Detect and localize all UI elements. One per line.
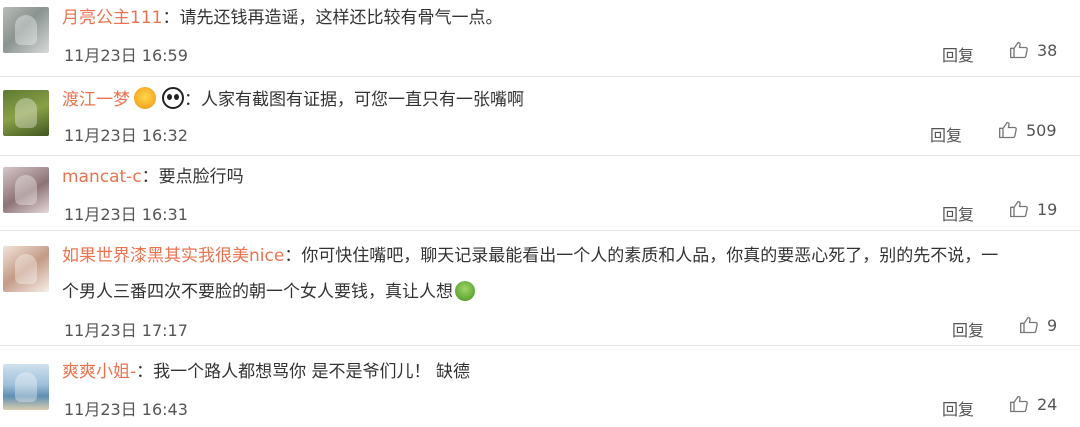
thumbs-up-icon bbox=[1010, 41, 1028, 59]
reply-button[interactable]: 回复 bbox=[952, 317, 984, 341]
divider bbox=[0, 76, 1080, 77]
like-count: 24 bbox=[1037, 394, 1058, 414]
colon: ： bbox=[136, 362, 154, 382]
like-button[interactable]: 24 bbox=[1009, 394, 1057, 414]
comment-time: 11月23日 16:31 bbox=[64, 205, 188, 224]
comment-time: 11月23日 16:32 bbox=[64, 126, 188, 145]
reply-button[interactable]: 回复 bbox=[942, 42, 974, 66]
comment-text: 人家有截图有证据，可您一直只有一张嘴啊 bbox=[201, 90, 524, 110]
like-button[interactable]: 9 bbox=[1019, 315, 1057, 335]
colon: ： bbox=[284, 246, 302, 266]
comment-line: 渡江一梦 ：人家有截图有证据，可您一直只有一张嘴啊 bbox=[62, 87, 524, 113]
comment-list: 月亮公主111：请先还钱再造谣，这样还比较有骨气一点。 11月23日 16:59… bbox=[0, 0, 1080, 427]
comment-text-line2: 个男人三番四次不要脸的朝一个女人要钱，真让人想 bbox=[62, 282, 453, 302]
user-avatar[interactable] bbox=[3, 90, 49, 136]
comment-time: 11月23日 17:17 bbox=[64, 321, 188, 340]
comment-item: 如果世界漆黑其实我很美nice：你可快住嘴吧，聊天记录最能看出一个人的素质和人品… bbox=[0, 232, 1080, 346]
like-count: 509 bbox=[1026, 120, 1057, 140]
reply-button[interactable]: 回复 bbox=[942, 201, 974, 225]
comment-line: mancat-c：要点脸行吗 bbox=[62, 165, 244, 190]
comment-item: mancat-c：要点脸行吗 11月23日 16:31 回复 19 bbox=[0, 157, 1080, 231]
user-avatar[interactable] bbox=[3, 364, 49, 410]
vip-badge-icon[interactable] bbox=[134, 87, 156, 109]
thumbs-up-icon bbox=[1010, 200, 1028, 218]
comment-item: 渡江一梦 ：人家有截图有证据，可您一直只有一张嘴啊 11月23日 16:32 回复… bbox=[0, 78, 1080, 156]
like-count: 9 bbox=[1047, 315, 1058, 335]
username-link[interactable]: 爽爽小姐- bbox=[62, 362, 136, 382]
username-link[interactable]: 如果世界漆黑其实我很美nice bbox=[62, 246, 284, 266]
thumbs-up-icon bbox=[999, 121, 1017, 139]
comment-time: 11月23日 16:59 bbox=[64, 46, 188, 65]
like-count: 19 bbox=[1037, 199, 1058, 219]
username-link[interactable]: 月亮公主111 bbox=[62, 8, 162, 28]
username-link[interactable]: 渡江一梦 bbox=[62, 90, 130, 110]
comment-text: 我一个路人都想骂你 是不是爷们儿！ 缺德 bbox=[153, 362, 470, 382]
user-avatar[interactable] bbox=[3, 246, 49, 292]
comment-item: 月亮公主111：请先还钱再造谣，这样还比较有骨气一点。 11月23日 16:59… bbox=[0, 0, 1080, 77]
comment-line: 如果世界漆黑其实我很美nice：你可快住嘴吧，聊天记录最能看出一个人的素质和人品… bbox=[62, 244, 998, 269]
comment-line: 爽爽小姐-：我一个路人都想骂你 是不是爷们儿！ 缺德 bbox=[62, 360, 470, 385]
divider bbox=[0, 345, 1080, 346]
divider bbox=[0, 155, 1080, 156]
like-button[interactable]: 38 bbox=[1009, 40, 1057, 60]
like-button[interactable]: 509 bbox=[998, 120, 1057, 140]
reply-button[interactable]: 回复 bbox=[930, 122, 962, 146]
thumbs-up-icon bbox=[1010, 395, 1028, 413]
user-avatar[interactable] bbox=[3, 167, 49, 213]
comment-text: 请先还钱再造谣，这样还比较有骨气一点。 bbox=[179, 8, 503, 28]
username-link[interactable]: mancat-c bbox=[62, 167, 142, 187]
user-avatar[interactable] bbox=[3, 7, 49, 53]
panda-badge-icon[interactable] bbox=[162, 87, 184, 109]
colon: ： bbox=[162, 8, 180, 28]
colon: ： bbox=[184, 90, 201, 110]
comment-time: 11月23日 16:43 bbox=[64, 400, 188, 419]
thumbs-up-icon bbox=[1020, 316, 1038, 334]
comment-text: 你可快住嘴吧，聊天记录最能看出一个人的素质和人品，你真的要恶心死了，别的先不说，… bbox=[301, 246, 999, 266]
divider bbox=[0, 230, 1080, 231]
like-count: 38 bbox=[1037, 40, 1058, 60]
comment-line: 月亮公主111：请先还钱再造谣，这样还比较有骨气一点。 bbox=[62, 6, 502, 31]
nauseated-face-icon bbox=[455, 281, 475, 301]
comment-item: 爽爽小姐-：我一个路人都想骂你 是不是爷们儿！ 缺德 11月23日 16:43 … bbox=[0, 347, 1080, 427]
reply-button[interactable]: 回复 bbox=[942, 396, 974, 420]
like-button[interactable]: 19 bbox=[1009, 199, 1057, 219]
comment-text-continued: 个男人三番四次不要脸的朝一个女人要钱，真让人想 bbox=[62, 280, 475, 305]
colon: ： bbox=[141, 167, 159, 187]
comment-text: 要点脸行吗 bbox=[158, 167, 244, 187]
